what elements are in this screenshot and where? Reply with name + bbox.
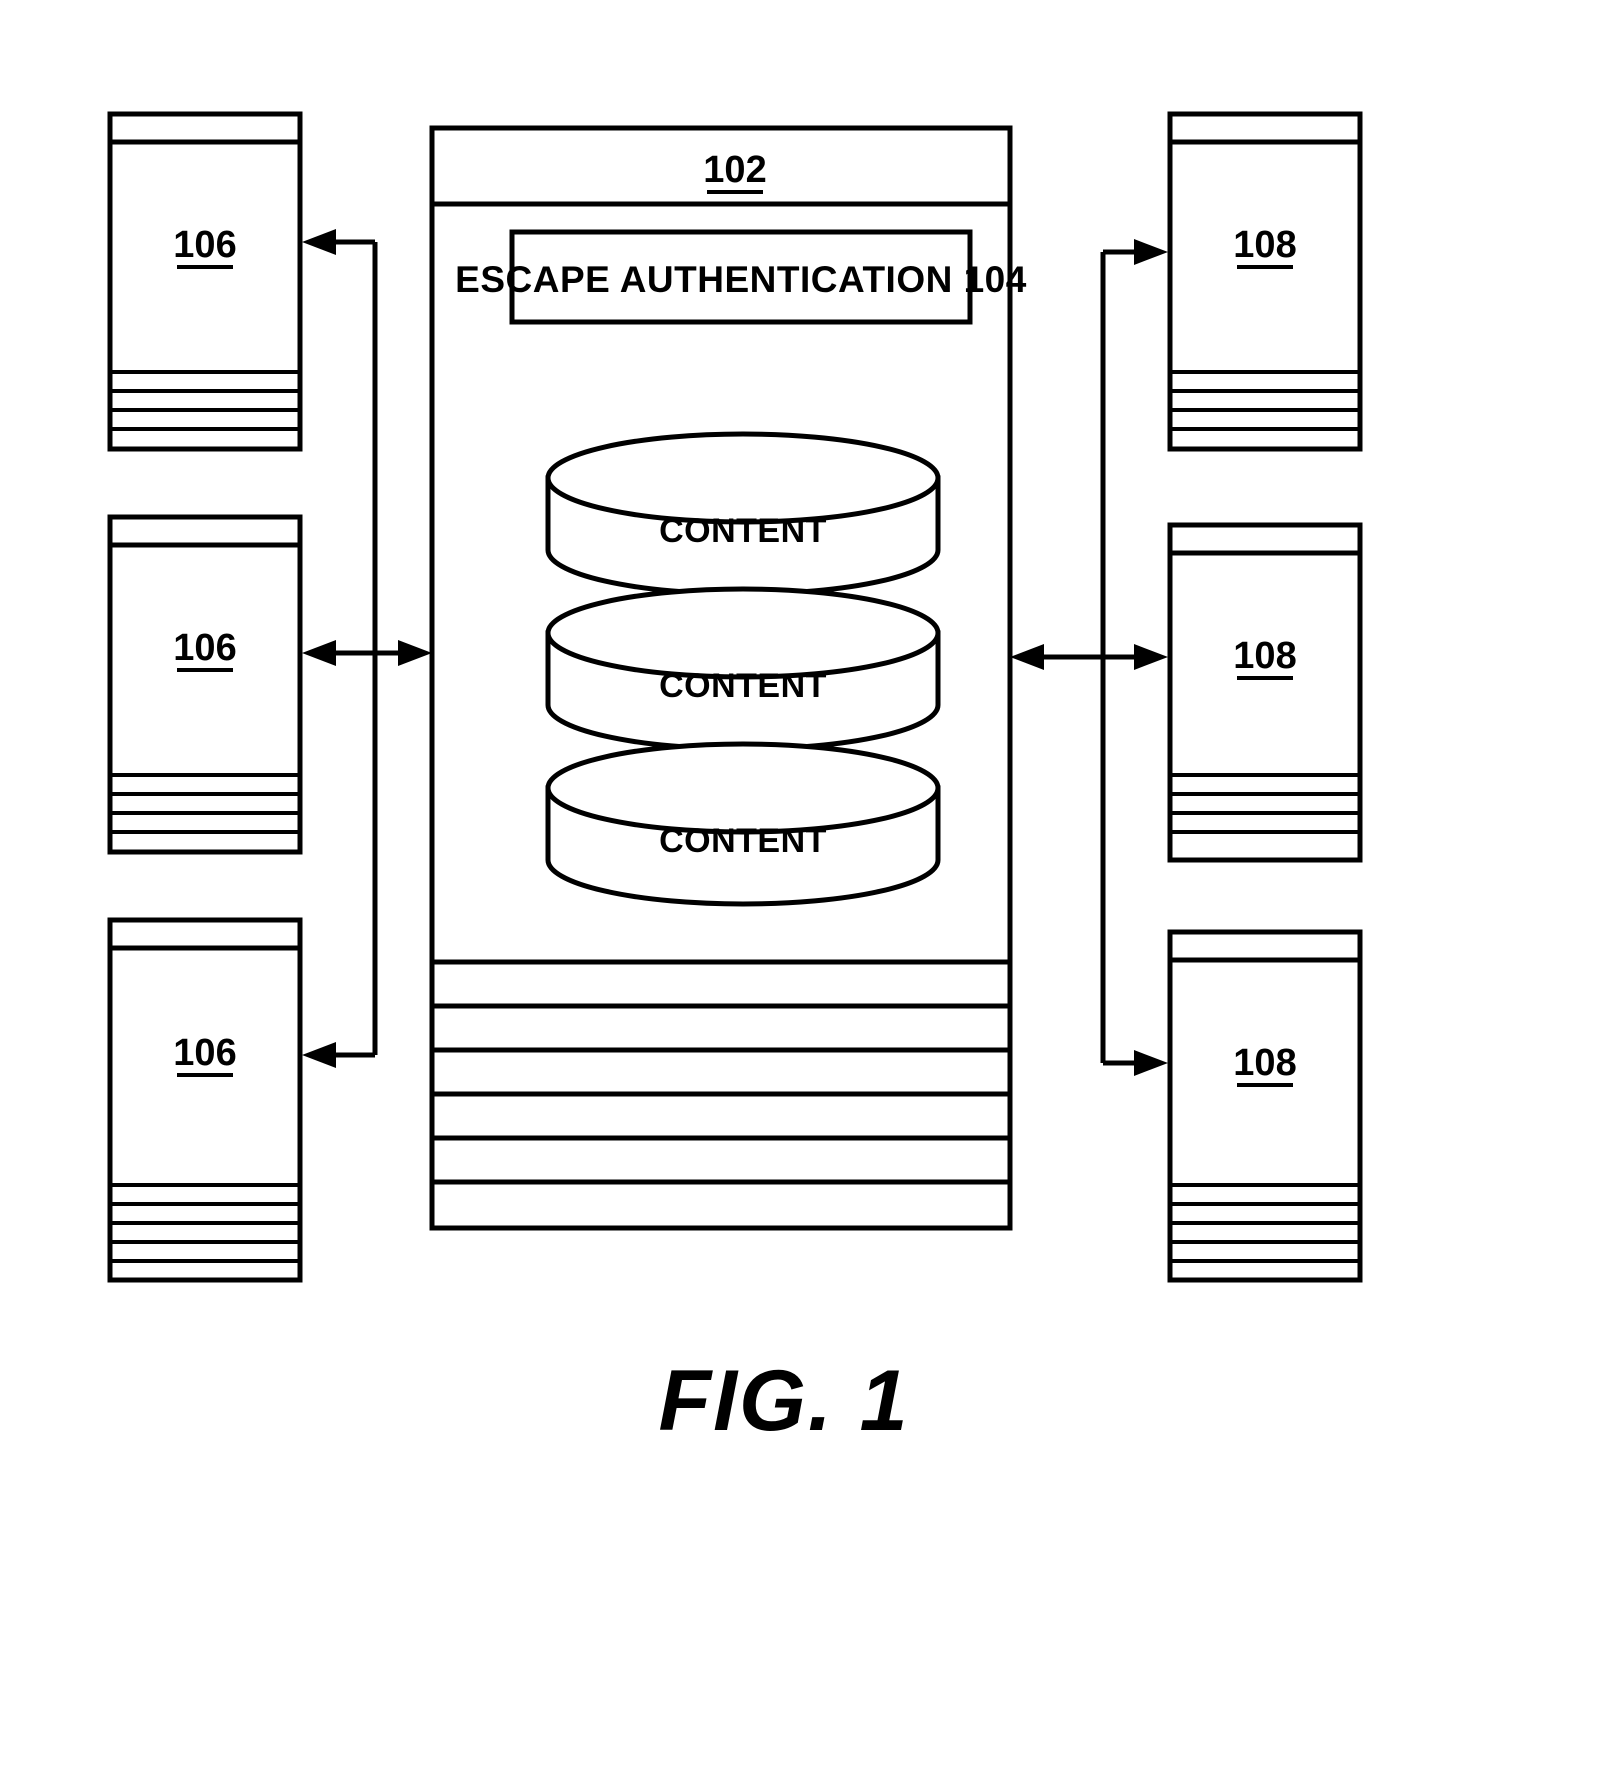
patent-figure-page: 102 ESCAPE AUTHENTICATION 104 CONTENT CO… (0, 0, 1604, 1787)
right-device-1-frame (1167, 111, 1363, 452)
content-store-1-top (545, 431, 941, 525)
left-device-2: 106 (107, 514, 303, 855)
figure-canvas: 102 ESCAPE AUTHENTICATION 104 CONTENT CO… (107, 111, 1363, 1449)
right-device-2: 108 (1167, 522, 1363, 863)
system-stripe-band (432, 959, 1010, 1185)
system-block-102: 102 ESCAPE AUTHENTICATION 104 CONTENT CO… (429, 125, 1027, 1231)
right-device-2-frame (1167, 522, 1363, 863)
left-device-2-frame (107, 514, 303, 855)
content-store-3-top (545, 741, 941, 835)
right-device-2-stripes (1170, 773, 1360, 834)
left-middle-connector (302, 640, 432, 666)
right-device-3-stripes (1170, 1183, 1360, 1263)
right-device-1-stripes (1170, 370, 1360, 431)
left-device-1-frame (107, 111, 303, 452)
right-device-3: 108 (1167, 929, 1363, 1283)
left-middle-arrowhead-in (398, 640, 432, 666)
figure-caption: FIG. 1 (659, 1353, 910, 1449)
content-store-2-label: CONTENT (659, 667, 827, 705)
system-label-102: 102 (703, 149, 766, 191)
left-device-1-label: 106 (173, 224, 236, 266)
left-device-3-stripes (110, 1183, 300, 1263)
left-top-connector (302, 229, 378, 1055)
right-device-3-frame (1167, 929, 1363, 1283)
left-top-arrowhead (302, 229, 336, 255)
content-store-2-top (545, 586, 941, 680)
content-store-3-label: CONTENT (659, 822, 827, 860)
left-middle-arrowhead-out (302, 640, 336, 666)
right-middle-arrowhead-out (1134, 644, 1168, 670)
content-store-1: CONTENT (545, 431, 941, 597)
content-store-2: CONTENT (545, 586, 941, 752)
right-device-2-label: 108 (1233, 635, 1296, 677)
left-device-1: 106 (107, 111, 303, 452)
left-device-2-stripes (110, 773, 300, 834)
left-bottom-connector (302, 1042, 375, 1068)
right-middle-connector (1010, 644, 1168, 670)
left-device-3: 106 (107, 917, 303, 1283)
right-bottom-connector (1103, 1050, 1168, 1076)
left-bottom-arrowhead (302, 1042, 336, 1068)
content-store-1-label: CONTENT (659, 512, 827, 550)
content-store-3: CONTENT (545, 741, 941, 907)
left-device-1-stripes (110, 370, 300, 431)
right-middle-arrowhead-in (1010, 644, 1044, 670)
right-device-3-label: 108 (1233, 1042, 1296, 1084)
left-device-3-label: 106 (173, 1032, 236, 1074)
right-device-1: 108 (1167, 111, 1363, 452)
right-device-1-label: 108 (1233, 224, 1296, 266)
escape-authentication-module: ESCAPE AUTHENTICATION 104 (455, 229, 1027, 325)
left-device-3-frame (107, 917, 303, 1283)
right-top-arrowhead (1134, 239, 1168, 265)
escape-authentication-label: ESCAPE AUTHENTICATION 104 (455, 259, 1027, 300)
right-bottom-arrowhead (1134, 1050, 1168, 1076)
left-device-2-label: 106 (173, 627, 236, 669)
